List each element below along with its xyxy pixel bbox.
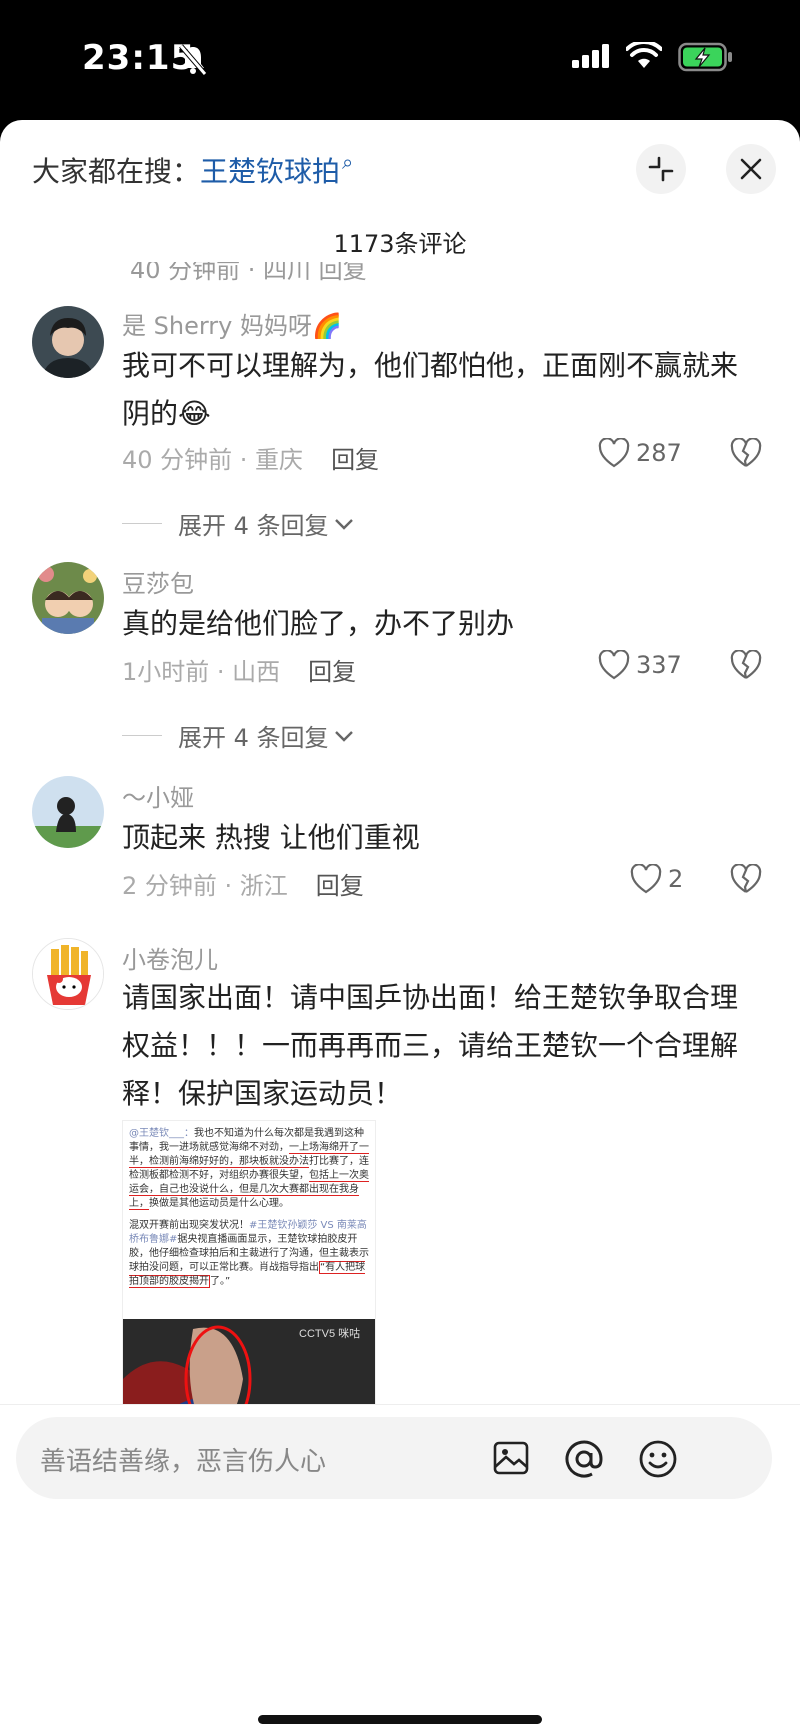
dislike-button[interactable] <box>730 863 762 898</box>
cellular-signal-icon <box>572 44 612 72</box>
home-indicator <box>258 1715 542 1724</box>
broken-heart-icon <box>730 437 762 467</box>
reply-button[interactable]: 回复 <box>331 446 379 474</box>
comment-username[interactable]: 小卷泡儿 <box>122 940 218 975</box>
at-icon[interactable] <box>564 1439 604 1483</box>
avatar[interactable] <box>32 306 104 378</box>
heart-icon <box>630 864 662 894</box>
comment-username[interactable]: 是 Sherry 妈妈呀🌈 <box>122 306 342 341</box>
search-icon: ⌕ <box>342 150 354 174</box>
comment-username[interactable]: ～小娅 <box>122 778 194 813</box>
trending-search-hint[interactable]: 大家都在搜：王楚钦球拍 ⌕ <box>32 150 353 190</box>
like-count: 287 <box>636 439 682 467</box>
comment-text: 顶起来 热搜 让他们重视 <box>122 821 420 854</box>
comment-username[interactable]: 豆莎包 <box>122 564 194 599</box>
chevron-down-icon <box>334 518 353 530</box>
comment-meta: 40 分钟前 · 重庆 回复 <box>122 440 379 475</box>
dislike-button[interactable] <box>730 649 762 684</box>
heart-icon <box>598 650 630 680</box>
expand-replies-label: 展开 4 条回复 <box>178 512 329 540</box>
comment-text: 请国家出面！请中国乒协出面！给王楚钦争取合理权益！！！一而再再而三，请给王楚钦一… <box>122 981 739 1110</box>
collapse-icon <box>648 156 674 182</box>
comment-time-location: 1小时前 · 山西 <box>122 658 281 686</box>
comment-item: ～小娅 顶起来 热搜 让他们重视 2 分钟前 · 浙江 回复 2 <box>0 776 800 916</box>
comment-item: 豆莎包 真的是给他们脸了，办不了别办 1小时前 · 山西 回复 337 展开 4 … <box>0 562 800 762</box>
dislike-button[interactable] <box>730 437 762 472</box>
search-hint-prefix: 大家都在搜： <box>32 155 201 188</box>
reply-button[interactable]: 回复 <box>316 872 364 900</box>
like-button[interactable]: 2 <box>630 864 683 894</box>
comment-item: 是 Sherry 妈妈呀🌈 我可不可以理解为，他们都怕他，正面刚不赢就来阴的😂 … <box>0 298 800 541</box>
comment-input-bar: 善语结善缘，恶言伤人心 <box>0 1404 800 1724</box>
svg-text:CCTV5 咪咕: CCTV5 咪咕 <box>299 1327 360 1340</box>
reply-button[interactable]: 回复 <box>308 658 356 686</box>
emoji-icon[interactable] <box>638 1439 678 1483</box>
heart-icon <box>598 438 630 468</box>
comment-text: 真的是给他们脸了，办不了别办 <box>122 607 515 640</box>
comment-sheet: 大家都在搜：王楚钦球拍 ⌕ 1173条评论 40 分钟前 · 四川 回复 是 Sh… <box>0 120 800 1734</box>
comment-meta: 1小时前 · 山西 回复 <box>122 652 356 687</box>
like-count: 2 <box>668 865 684 893</box>
bell-mute-icon <box>178 44 208 80</box>
expand-replies-button[interactable]: 展开 4 条回复 <box>122 718 355 753</box>
avatar[interactable] <box>32 562 104 634</box>
cut-off-comment-meta: 40 分钟前 · 四川 回复 <box>130 262 367 284</box>
comment-time-location: 2 分钟前 · 浙江 <box>122 872 288 900</box>
avatar[interactable] <box>32 776 104 848</box>
like-button[interactable]: 337 <box>598 650 682 680</box>
battery-charging-icon <box>678 42 734 76</box>
comment-meta: 2 分钟前 · 浙江 回复 <box>122 866 364 901</box>
comment-input-placeholder: 善语结善缘，恶言伤人心 <box>40 1447 327 1477</box>
embedded-post-text: @王楚钦___：我也不知道为什么每次都是我遇到这种事情，我一进场就感觉海绵不对劲… <box>129 1128 369 1288</box>
search-hint-keyword[interactable]: 王楚钦球拍 <box>200 155 340 188</box>
like-button[interactable]: 287 <box>598 438 682 468</box>
broken-heart-icon <box>730 649 762 679</box>
expand-replies-label: 展开 4 条回复 <box>178 724 329 752</box>
close-icon <box>740 158 762 180</box>
chevron-down-icon <box>334 730 353 742</box>
collapse-sheet-button[interactable] <box>636 144 686 194</box>
broken-heart-icon <box>730 863 762 893</box>
comment-count: 1173条评论 <box>333 230 467 258</box>
expand-replies-button[interactable]: 展开 4 条回复 <box>122 506 355 541</box>
close-sheet-button[interactable] <box>726 144 776 194</box>
comment-text: 我可不可以理解为，他们都怕他，正面刚不赢就来阴的😂 <box>122 349 739 430</box>
comment-time-location: 40 分钟前 · 重庆 <box>122 446 304 474</box>
like-count: 337 <box>636 651 682 679</box>
wifi-icon <box>625 39 663 74</box>
comment-input[interactable]: 善语结善缘，恶言伤人心 <box>16 1417 772 1499</box>
image-icon[interactable] <box>492 1439 530 1481</box>
status-bar: 23:15 <box>0 0 800 120</box>
avatar[interactable] <box>32 938 104 1010</box>
